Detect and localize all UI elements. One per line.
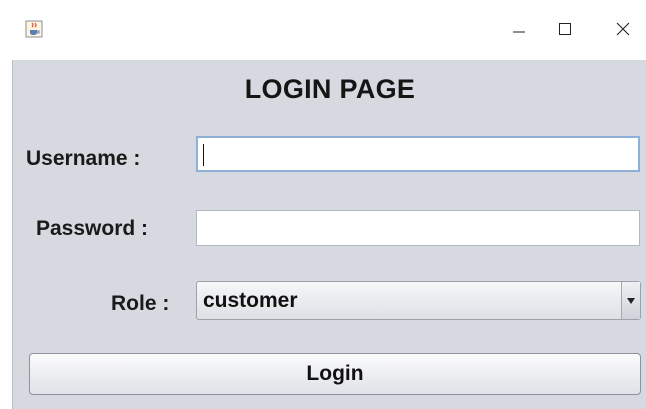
username-label: Username : (26, 147, 141, 170)
role-select[interactable]: customer (196, 281, 641, 320)
role-label: Role : (111, 292, 170, 315)
page-title: LOGIN PAGE (244, 74, 416, 104)
java-cup-icon (25, 20, 43, 38)
role-selected-value: customer (203, 289, 298, 312)
password-label: Password : (36, 217, 149, 240)
minimize-button[interactable] (499, 14, 539, 48)
login-button[interactable]: Login (29, 353, 641, 395)
maximize-icon (558, 22, 572, 41)
maximize-button[interactable] (545, 14, 585, 48)
dropdown-arrow-icon[interactable] (621, 282, 640, 319)
username-input[interactable] (196, 136, 640, 172)
close-button[interactable] (603, 14, 643, 48)
password-input[interactable] (196, 210, 640, 246)
text-caret (203, 144, 204, 166)
login-window: LOGIN PAGE Username : Password : Role : … (0, 0, 646, 409)
login-panel: LOGIN PAGE Username : Password : Role : … (12, 60, 646, 409)
close-icon (616, 22, 630, 41)
minimize-icon (512, 22, 526, 41)
title-bar (0, 0, 646, 60)
